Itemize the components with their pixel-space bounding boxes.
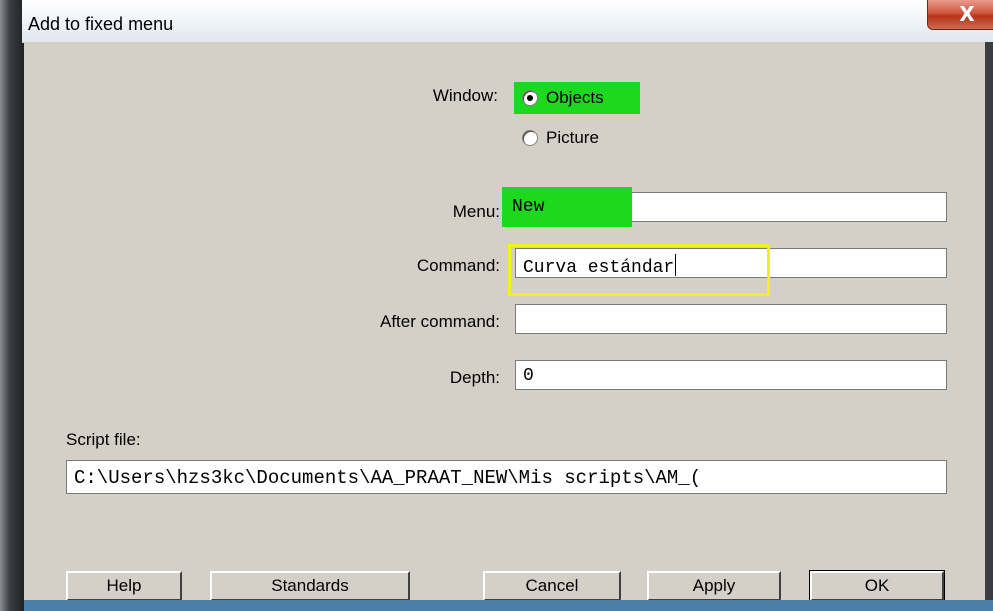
menu-label: Menu: (452, 202, 500, 221)
command-field-highlight (508, 244, 770, 296)
window-bottom-edge (24, 600, 993, 611)
radio-picture-label: Picture (546, 128, 599, 147)
depth-label: Depth: (449, 368, 500, 387)
after-command-label: After command: (380, 312, 500, 331)
background-window-edge (0, 0, 24, 611)
ok-button[interactable]: OK (809, 570, 945, 602)
help-button[interactable]: Help (66, 571, 182, 601)
script-file-field[interactable]: C:\Users\hzs3kc\Documents\AA_PRAAT_NEW\M… (66, 460, 947, 494)
close-button[interactable]: X (927, 0, 993, 30)
radio-picture[interactable]: Picture (522, 124, 599, 152)
menu-field-highlight[interactable]: New (502, 187, 632, 227)
radio-picture-circle[interactable] (522, 130, 538, 146)
dialog-window: Add to fixed menu X Window: Objects Pict… (0, 0, 993, 611)
title-bar[interactable]: Add to fixed menu X (22, 0, 993, 43)
command-label: Command: (416, 256, 500, 275)
depth-field[interactable]: 0 (515, 360, 947, 390)
dialog-body: Window: Objects Picture Menu: New Comman… (24, 42, 993, 602)
radio-objects[interactable]: Objects (514, 82, 640, 114)
radio-objects-circle[interactable] (522, 90, 538, 106)
radio-objects-label: Objects (546, 88, 604, 107)
after-command-field[interactable] (515, 304, 947, 334)
script-file-label: Script file: (66, 430, 141, 449)
window-title: Add to fixed menu (28, 14, 174, 34)
window-label: Window: (432, 86, 498, 105)
cancel-button[interactable]: Cancel (483, 571, 621, 601)
close-icon: X (959, 2, 975, 26)
apply-button[interactable]: Apply (647, 571, 781, 601)
standards-button[interactable]: Standards (210, 571, 410, 601)
